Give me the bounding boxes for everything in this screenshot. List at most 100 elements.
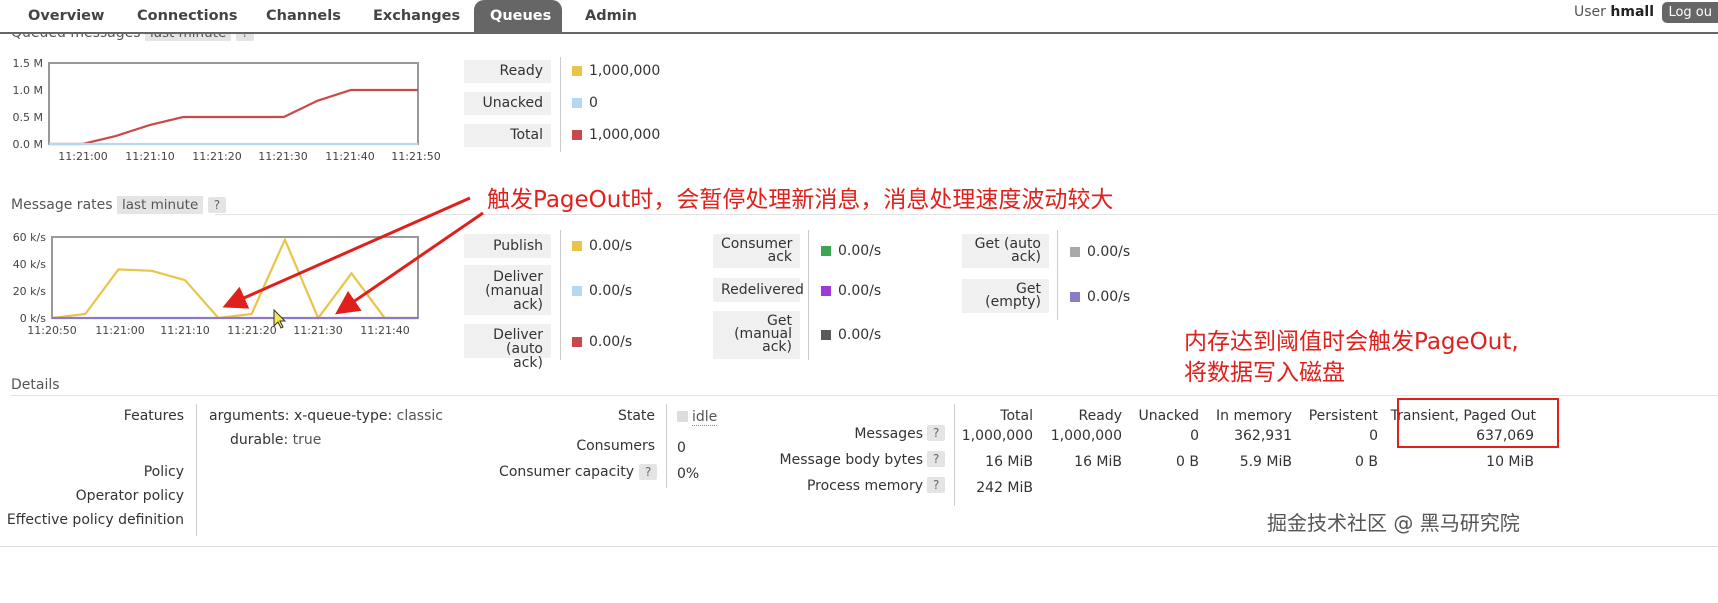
queued-chart-xtick: 11:21:20 <box>192 150 241 163</box>
queued-chart-xtick: 11:21:00 <box>58 150 107 163</box>
rates-chart-ytick: 20 k/s <box>13 285 47 298</box>
x-queue-type-key: x-queue-type: <box>293 408 393 424</box>
state-indicator-icon <box>677 411 688 422</box>
rates-range-selector[interactable]: last minute <box>117 196 204 214</box>
legend-get-auto-value: 0.00/s <box>1070 244 1130 260</box>
durable-value: true <box>292 432 322 448</box>
consumer-capacity-value: 0% <box>677 466 700 482</box>
durable-key: durable: <box>230 432 289 448</box>
details-divider-line <box>11 395 1718 396</box>
queued-chart-xtick: 11:21:40 <box>325 150 374 163</box>
legend-divider <box>560 57 561 152</box>
rates-divider-3 <box>1057 230 1058 320</box>
tab-exchanges[interactable]: Exchanges <box>357 0 476 32</box>
legend-deliver-auto-label: Deliver (auto ack) <box>464 324 551 370</box>
legend-get-manual-value: 0.00/s <box>821 327 881 343</box>
tab-admin[interactable]: Admin <box>569 0 653 32</box>
legend-get-auto-label: Get (auto ack) <box>962 234 1049 268</box>
username: hmall <box>1610 4 1654 20</box>
bytes-paged-out: 10 MiB <box>1486 454 1534 470</box>
publish-swatch <box>572 241 582 251</box>
user-label: User <box>1574 4 1606 20</box>
legend-deliver-manual-label: Deliver (manual ack) <box>464 265 551 315</box>
legend-ready-label: Ready <box>464 60 551 83</box>
legend-redelivered-value: 0.00/s <box>821 283 881 299</box>
consumer-ack-swatch <box>821 246 831 256</box>
rates-chart-plot-area <box>51 236 419 319</box>
legend-ready-value: 1,000,000 <box>572 63 660 79</box>
tab-channels[interactable]: Channels <box>250 0 357 32</box>
col-persistent: Persistent <box>1308 408 1378 424</box>
body-bytes-help[interactable]: ? <box>927 451 946 467</box>
consumer-capacity-help[interactable]: ? <box>639 464 658 480</box>
threshold-annotation-line2: 将数据写入磁盘 <box>1184 360 1345 386</box>
legend-deliver-manual-value: 0.00/s <box>572 283 632 299</box>
consumer-capacity-label: Consumer capacity <box>499 464 634 480</box>
process-memory-total: 242 MiB <box>976 480 1033 496</box>
get-auto-swatch <box>1070 247 1080 257</box>
rates-chart-xtick: 11:21:30 <box>293 324 342 337</box>
rates-chart-ytick: 60 k/s <box>13 231 47 244</box>
queued-chart-ytick: 0.5 M <box>13 111 43 124</box>
queued-chart-ytick: 1.5 M <box>13 57 43 70</box>
redelivered-swatch <box>821 286 831 296</box>
legend-deliver-auto-value: 0.00/s <box>572 334 632 350</box>
queued-chart-xtick: 11:21:50 <box>391 150 440 163</box>
row-body-bytes-label: Message body bytes <box>779 452 923 468</box>
bytes-total: 16 MiB <box>985 454 1033 470</box>
ready-swatch <box>572 66 582 76</box>
rates-chart-ytick: 40 k/s <box>13 258 47 271</box>
messages-persistent: 0 <box>1369 428 1378 444</box>
bytes-persistent: 0 B <box>1355 454 1378 470</box>
legend-unacked-label: Unacked <box>464 92 551 115</box>
table-divider <box>954 404 955 506</box>
rates-chart-xtick: 11:21:20 <box>227 324 276 337</box>
x-queue-type-value: classic <box>396 408 443 424</box>
bytes-in-memory: 5.9 MiB <box>1239 454 1292 470</box>
legend-get-empty-value: 0.00/s <box>1070 289 1130 305</box>
queued-chart-xtick: 11:21:30 <box>258 150 307 163</box>
legend-consumer-ack-value: 0.00/s <box>821 243 881 259</box>
rates-help-button[interactable]: ? <box>207 197 227 213</box>
process-memory-help[interactable]: ? <box>927 477 946 493</box>
messages-total: 1,000,000 <box>961 428 1033 444</box>
message-rates-label: Message rates <box>11 197 113 213</box>
legend-total-value: 1,000,000 <box>572 127 660 143</box>
bytes-ready: 16 MiB <box>1074 454 1122 470</box>
pageout-annotation: 触发PageOut时，会暂停处理新消息，消息处理速度波动较大 <box>487 187 1114 213</box>
messages-help[interactable]: ? <box>927 425 946 441</box>
rates-chart-xtick: 11:21:40 <box>360 324 409 337</box>
rates-chart-xtick: 11:21:10 <box>160 324 209 337</box>
col-unacked: Unacked <box>1138 408 1199 424</box>
top-nav: Overview Connections Channels Exchanges … <box>0 0 1718 34</box>
col-total: Total <box>1000 408 1033 424</box>
get-manual-swatch <box>821 330 831 340</box>
tab-connections[interactable]: Connections <box>121 0 254 32</box>
col-in-memory: In memory <box>1216 408 1292 424</box>
tab-queues[interactable]: Queues <box>474 0 562 32</box>
features-label: Features <box>123 408 184 424</box>
rates-divider-2 <box>808 230 809 360</box>
rates-chart-xtick: 11:20:50 <box>27 324 76 337</box>
policy-label: Policy <box>143 464 184 480</box>
message-rates-chart: 0 k/s20 k/s40 k/s60 k/s11:20:50 11:21:00 1… <box>13 231 419 337</box>
deliver-manual-swatch <box>572 286 582 296</box>
rates-chart-xtick: 11:21:00 <box>95 324 144 337</box>
arguments-row: arguments: x-queue-type: classic <box>209 408 443 424</box>
consumers-label: Consumers <box>576 438 655 454</box>
deliver-auto-swatch <box>572 337 582 347</box>
legend-redelivered-label: Redelivered <box>713 278 804 302</box>
legend-unacked-value: 0 <box>572 95 598 111</box>
legend-get-manual-label: Get (manual ack) <box>713 311 800 359</box>
tab-overview[interactable]: Overview <box>12 0 120 32</box>
unacked-swatch <box>572 98 582 108</box>
queued-messages-chart: 0.0 M 0.5 M 1.0 M 1.5 M 11:21:00 11:21:10 11:2… <box>13 57 441 163</box>
queued-chart-plot-area <box>48 62 419 145</box>
logout-button[interactable]: Log ou <box>1662 2 1718 23</box>
messages-ready: 1,000,000 <box>1050 428 1122 444</box>
watermark: 掘金技术社区 @ 黑马研究院 <box>1267 511 1520 535</box>
row-messages-label: Messages <box>854 426 923 442</box>
page-bottom-line <box>0 546 1718 547</box>
details-title: Details <box>11 377 60 393</box>
get-empty-swatch <box>1070 292 1080 302</box>
